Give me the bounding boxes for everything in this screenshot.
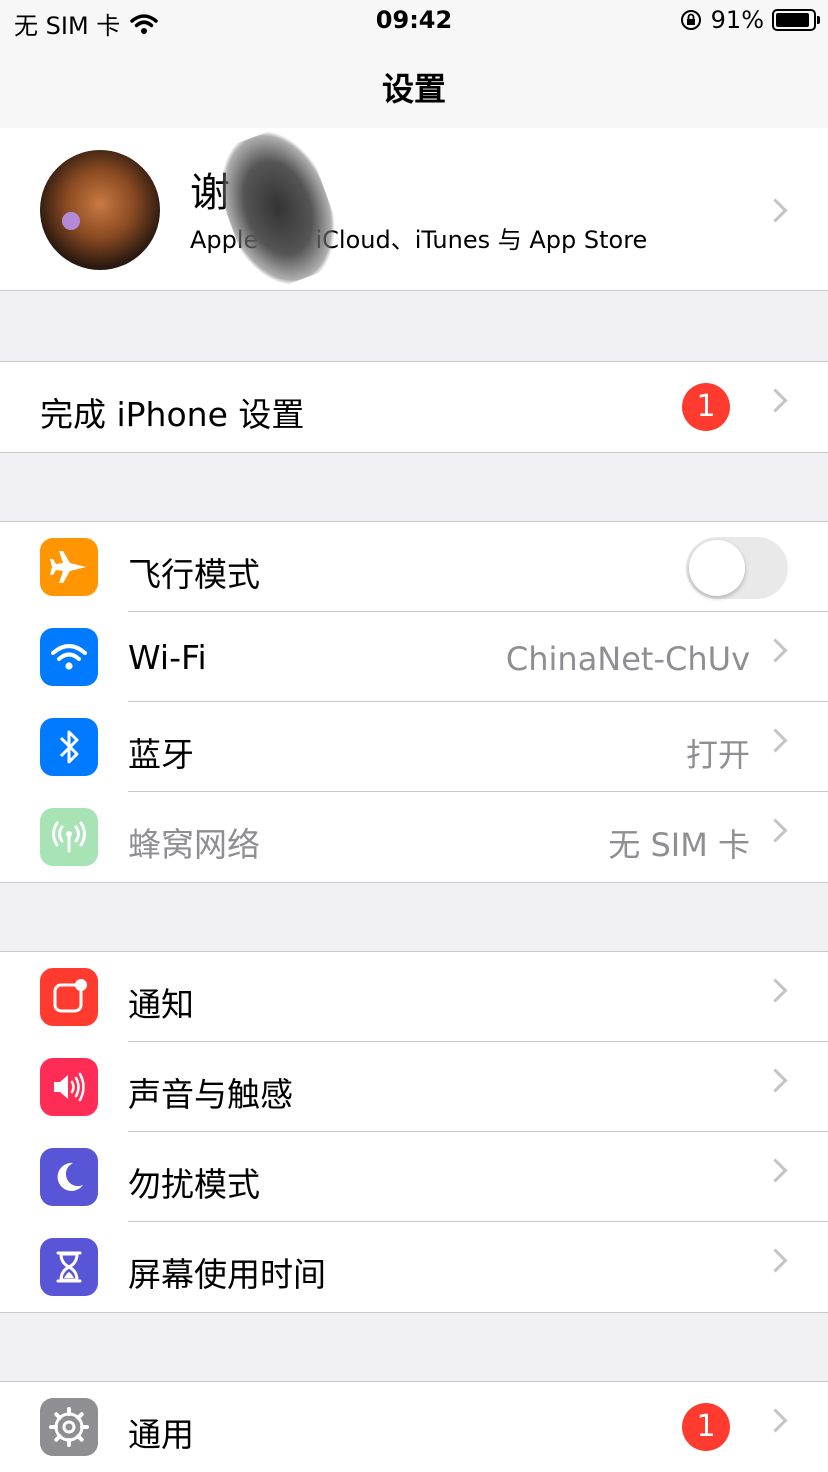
cellular-value: 无 SIM 卡 bbox=[608, 826, 750, 864]
finish-setup-group: 完成 iPhone 设置 1 bbox=[0, 361, 828, 453]
chevron-right-icon bbox=[763, 638, 788, 663]
wifi-row[interactable]: Wi-Fi ChinaNet-ChUv bbox=[0, 612, 828, 702]
cellular-label: 蜂窝网络 bbox=[128, 825, 260, 864]
redaction-scribble bbox=[205, 120, 351, 296]
wifi-label: Wi-Fi bbox=[128, 638, 207, 677]
chevron-right-icon bbox=[763, 388, 788, 413]
chevron-right-icon bbox=[763, 728, 788, 753]
connectivity-group: 飞行模式 Wi-Fi ChinaNet-ChUv 蓝牙 打开 蜂窝网络 无 SI… bbox=[0, 521, 828, 883]
airplane-mode-row: 飞行模式 bbox=[0, 522, 828, 612]
sounds-label: 声音与触感 bbox=[128, 1075, 293, 1114]
airplane-mode-label: 飞行模式 bbox=[128, 555, 260, 594]
setup-badge: 1 bbox=[682, 383, 730, 431]
chevron-right-icon bbox=[763, 1068, 788, 1093]
hourglass-icon bbox=[40, 1238, 98, 1296]
finish-setup-row[interactable]: 完成 iPhone 设置 1 bbox=[0, 362, 828, 452]
navigation-bar: 设置 bbox=[0, 44, 828, 129]
alerts-group: 通知 声音与触感 勿扰模式 屏幕使用时间 bbox=[0, 951, 828, 1313]
battery-percent: 91% bbox=[710, 6, 764, 34]
status-bar: 无 SIM 卡 09:42 91% bbox=[0, 0, 828, 44]
chevron-right-icon bbox=[763, 978, 788, 1003]
bluetooth-row[interactable]: 蓝牙 打开 bbox=[0, 702, 828, 792]
chevron-right-icon bbox=[763, 1408, 788, 1433]
bluetooth-value: 打开 bbox=[685, 736, 750, 774]
chevron-right-icon bbox=[763, 1158, 788, 1183]
chevron-right-icon bbox=[763, 1248, 788, 1273]
general-group: 通用 1 bbox=[0, 1381, 828, 1472]
notifications-label: 通知 bbox=[128, 985, 194, 1024]
avatar bbox=[40, 150, 160, 270]
general-row[interactable]: 通用 1 bbox=[0, 1382, 828, 1472]
chevron-right-icon bbox=[763, 818, 788, 843]
airplane-icon bbox=[40, 538, 98, 596]
antenna-icon bbox=[40, 808, 98, 866]
orientation-lock-icon bbox=[680, 10, 701, 30]
status-right: 91% bbox=[679, 6, 820, 34]
airplane-mode-toggle[interactable] bbox=[686, 537, 788, 599]
screen-time-label: 屏幕使用时间 bbox=[128, 1255, 326, 1294]
speaker-icon bbox=[40, 1058, 98, 1116]
wifi-value: ChinaNet-ChUv bbox=[505, 640, 750, 678]
moon-icon bbox=[40, 1148, 98, 1206]
chevron-right-icon bbox=[763, 198, 788, 223]
apple-id-profile-row[interactable]: 谢 Apple ID、iCloud、iTunes 与 App Store bbox=[0, 120, 828, 296]
wifi-icon bbox=[40, 628, 98, 686]
notifications-row[interactable]: 通知 bbox=[0, 952, 828, 1042]
battery-icon bbox=[772, 9, 820, 31]
notifications-icon bbox=[40, 968, 98, 1026]
finish-setup-label: 完成 iPhone 设置 bbox=[40, 395, 305, 434]
do-not-disturb-row[interactable]: 勿扰模式 bbox=[0, 1132, 828, 1222]
page-title: 设置 bbox=[381, 70, 446, 108]
general-label: 通用 bbox=[128, 1415, 194, 1454]
gear-icon bbox=[40, 1398, 98, 1456]
cellular-row[interactable]: 蜂窝网络 无 SIM 卡 bbox=[0, 792, 828, 882]
bluetooth-label: 蓝牙 bbox=[128, 735, 194, 774]
bluetooth-icon bbox=[40, 718, 98, 776]
screen-time-row[interactable]: 屏幕使用时间 bbox=[0, 1222, 828, 1312]
sounds-row[interactable]: 声音与触感 bbox=[0, 1042, 828, 1132]
general-badge: 1 bbox=[682, 1403, 730, 1451]
do-not-disturb-label: 勿扰模式 bbox=[128, 1165, 260, 1204]
